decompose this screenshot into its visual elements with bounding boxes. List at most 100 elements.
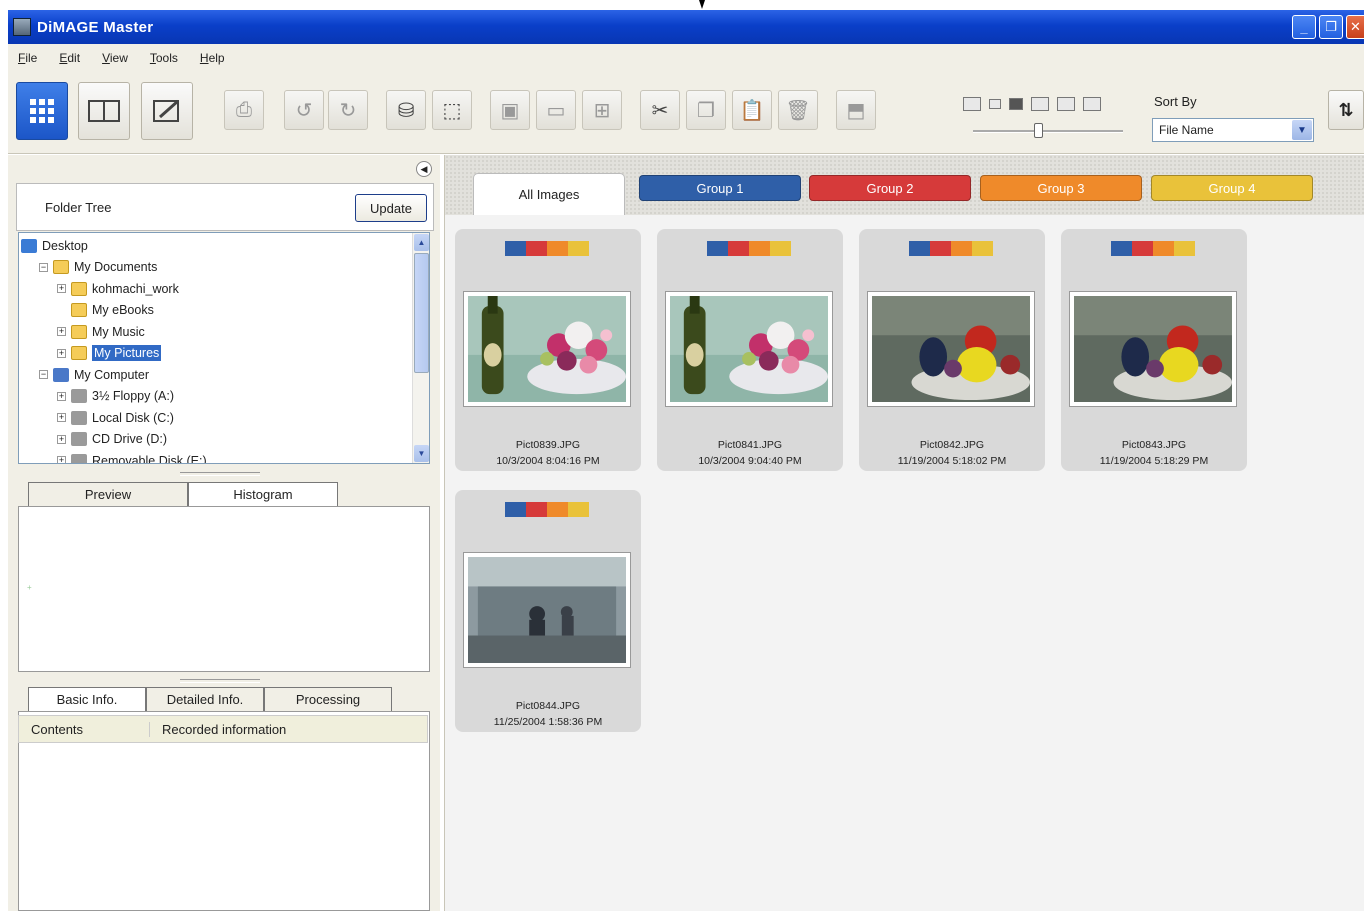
thumbnail-size-slider[interactable] <box>973 130 1123 133</box>
tree-item[interactable]: + Removable Disk (E:) <box>19 450 429 463</box>
cut-icon[interactable]: ✂ <box>640 90 680 130</box>
thumbnail-frame[interactable] <box>1069 291 1237 407</box>
copy-icon[interactable]: ❐ <box>686 90 726 130</box>
update-button[interactable]: Update <box>355 194 427 222</box>
thumbnail-frame[interactable] <box>665 291 833 407</box>
group-3-swatch[interactable] <box>951 241 972 256</box>
tab-group-4[interactable]: Group 4 <box>1151 175 1313 201</box>
tab-detailed-info[interactable]: Detailed Info. <box>146 687 264 711</box>
thumbnail-frame[interactable] <box>463 552 631 668</box>
expand-toggle-icon[interactable]: + <box>57 413 66 423</box>
group-2-swatch[interactable] <box>1132 241 1153 256</box>
group-4-swatch[interactable] <box>568 502 589 517</box>
menu-help[interactable]: Help <box>200 51 225 65</box>
scroll-down-icon[interactable]: ▼ <box>414 445 429 462</box>
tab-basic-info[interactable]: Basic Info. <box>28 687 146 711</box>
tab-group-3[interactable]: Group 3 <box>980 175 1142 201</box>
tree-item[interactable]: + kohmachi_work <box>19 278 429 300</box>
tab-processing[interactable]: Processing <box>264 687 392 711</box>
size-2-icon[interactable] <box>989 99 1001 109</box>
group-2-swatch[interactable] <box>930 241 951 256</box>
expand-toggle-icon[interactable]: + <box>57 456 66 463</box>
rotate-left-icon[interactable]: ↺ <box>284 90 324 130</box>
menu-edit[interactable]: Edit <box>59 51 80 65</box>
expand-toggle-icon[interactable]: + <box>57 284 66 294</box>
menu-view[interactable]: View <box>102 51 128 65</box>
group-color-swatch[interactable] <box>707 241 791 256</box>
rotate-right-icon[interactable]: ↻ <box>328 90 368 130</box>
tab-group-1[interactable]: Group 1 <box>639 175 801 201</box>
group-3-swatch[interactable] <box>547 241 568 256</box>
group-3-swatch[interactable] <box>749 241 770 256</box>
group-2-swatch[interactable] <box>728 241 749 256</box>
scroll-thumb[interactable] <box>414 253 429 373</box>
tree-item[interactable]: − My Documents <box>19 257 429 279</box>
group-3-swatch[interactable] <box>1153 241 1174 256</box>
size-3-icon[interactable] <box>1009 98 1023 110</box>
thumbnail-frame[interactable] <box>867 291 1035 407</box>
image-card[interactable]: Pict0843.JPG 11/19/2004 5:18:29 PM <box>1061 229 1247 471</box>
expand-toggle-icon[interactable]: − <box>39 370 48 380</box>
expand-toggle-icon[interactable]: + <box>57 391 66 401</box>
size-1-icon[interactable] <box>963 97 981 111</box>
group-2-swatch[interactable] <box>526 502 547 517</box>
group-1-swatch[interactable] <box>1111 241 1132 256</box>
edit-view-button[interactable] <box>141 82 193 140</box>
thumbnail-frame[interactable] <box>463 291 631 407</box>
compare-view-button[interactable] <box>78 82 130 140</box>
image-card[interactable]: Pict0844.JPG 11/25/2004 1:58:36 PM <box>455 490 641 732</box>
collapse-panel-icon[interactable]: ◀ <box>416 161 432 177</box>
tree-item[interactable]: +3½ Floppy (A:) <box>19 386 429 408</box>
tree-item[interactable]: + CD Drive (D:) <box>19 429 429 451</box>
tab-all-images[interactable]: All Images <box>473 173 625 215</box>
new-folder-icon[interactable]: ▣ <box>490 90 530 130</box>
tree-scrollbar[interactable]: ▲ ▼ <box>412 233 429 463</box>
chevron-down-icon[interactable]: ▼ <box>1292 120 1312 140</box>
database-icon[interactable]: ⛁ <box>386 90 426 130</box>
sort-order-button[interactable]: ⇅ <box>1328 90 1364 130</box>
tree-item[interactable]: + Local Disk (C:) <box>19 407 429 429</box>
expand-toggle-icon[interactable]: + <box>57 434 66 444</box>
splitter-handle-2[interactable] <box>180 679 260 683</box>
title-bar[interactable]: DiMAGE Master _ ❐ ✕ <box>8 10 1364 44</box>
delete-icon[interactable]: 🗑 <box>778 90 818 130</box>
group-1-swatch[interactable] <box>505 502 526 517</box>
group-color-swatch[interactable] <box>505 241 589 256</box>
tab-preview[interactable]: Preview <box>28 482 188 506</box>
group-4-swatch[interactable] <box>770 241 791 256</box>
export-icon[interactable]: ⬒ <box>836 90 876 130</box>
size-5-icon[interactable] <box>1057 97 1075 111</box>
select-icon[interactable]: ⬚ <box>432 90 472 130</box>
tree-item[interactable]: My eBooks <box>19 300 429 322</box>
menu-file[interactable]: File <box>18 51 37 65</box>
group-1-swatch[interactable] <box>707 241 728 256</box>
group-color-swatch[interactable] <box>1111 241 1195 256</box>
image-card[interactable]: Pict0841.JPG 10/3/2004 9:04:40 PM <box>657 229 843 471</box>
maximize-button[interactable]: ❐ <box>1319 15 1343 39</box>
splitter-handle[interactable] <box>180 472 260 476</box>
tab-group-2[interactable]: Group 2 <box>809 175 971 201</box>
group-color-swatch[interactable] <box>505 502 589 517</box>
size-4-icon[interactable] <box>1031 97 1049 111</box>
tab-histogram[interactable]: Histogram <box>188 482 338 506</box>
sort-by-select[interactable]: File Name ▼ <box>1152 118 1314 142</box>
close-button[interactable]: ✕ <box>1346 15 1364 39</box>
move-icon[interactable]: ▭ <box>536 90 576 130</box>
paste-icon[interactable]: 📋 <box>732 90 772 130</box>
group-1-swatch[interactable] <box>505 241 526 256</box>
scroll-up-icon[interactable]: ▲ <box>414 234 429 251</box>
menu-tools[interactable]: Tools <box>150 51 178 65</box>
group-3-swatch[interactable] <box>547 502 568 517</box>
expand-toggle-icon[interactable]: + <box>57 327 66 337</box>
group-4-swatch[interactable] <box>972 241 993 256</box>
thumbnail-view-button[interactable] <box>16 82 68 140</box>
image-card[interactable]: Pict0839.JPG 10/3/2004 8:04:16 PM <box>455 229 641 471</box>
group-1-swatch[interactable] <box>909 241 930 256</box>
print-icon[interactable]: ⎙ <box>224 90 264 130</box>
minimize-button[interactable]: _ <box>1292 15 1316 39</box>
tree-item[interactable]: + My Music <box>19 321 429 343</box>
size-6-icon[interactable] <box>1083 97 1101 111</box>
image-card[interactable]: Pict0842.JPG 11/19/2004 5:18:02 PM <box>859 229 1045 471</box>
add-icon[interactable]: ⊞ <box>582 90 622 130</box>
group-2-swatch[interactable] <box>526 241 547 256</box>
